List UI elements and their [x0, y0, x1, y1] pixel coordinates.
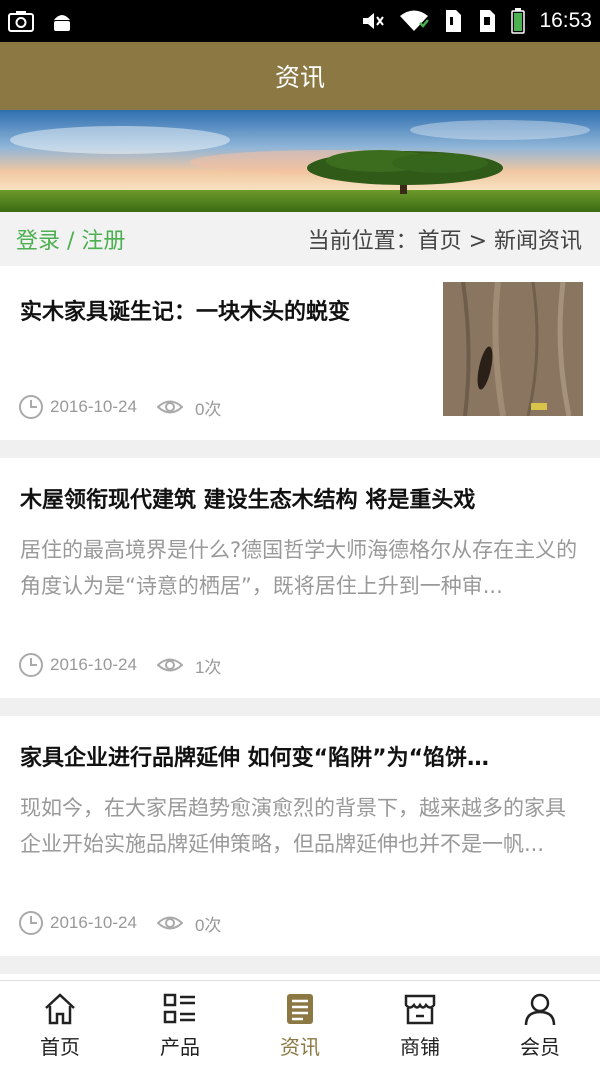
article-title: 家具企业进行品牌延伸 如何变“陷阱”为“馅饼… — [20, 746, 490, 771]
tab-label: 首页 — [40, 1035, 80, 1059]
home-icon — [42, 991, 78, 1027]
eye-icon — [156, 652, 183, 678]
article-meta: 2016-10-24 0次 — [18, 394, 221, 420]
article-title: 木屋领衔现代建筑 建设生态木结构 将是重头戏 — [20, 488, 476, 513]
article-meta: 2016-10-24 1次 — [18, 652, 221, 678]
article-title: 实木家具诞生记：一块木头的蜕变 — [20, 300, 351, 325]
document-icon — [282, 991, 318, 1027]
page-title: 资讯 — [274, 63, 325, 92]
mute-icon — [361, 10, 385, 32]
article-summary: 现如今，在大家居趋势愈演愈烈的背景下，越来越多的家具企业开始实施品牌延伸策略，但… — [20, 796, 566, 856]
article-date: 2016-10-24 — [50, 655, 137, 674]
article-card[interactable]: 家具企业进行品牌延伸 如何变“陷阱”为“馅饼… 现如今，在大家居趋势愈演愈烈的背… — [0, 716, 600, 956]
article-meta: 2016-10-24 0次 — [18, 910, 221, 936]
login-register-link[interactable]: 登录 / 注册 — [16, 223, 125, 255]
sim2-icon — [477, 9, 497, 33]
user-icon — [522, 991, 558, 1027]
eye-icon — [156, 910, 183, 936]
android-icon — [50, 9, 74, 33]
store-icon — [402, 991, 438, 1027]
clock-icon — [18, 652, 44, 678]
tab-label: 商铺 — [400, 1035, 440, 1059]
page-header: 资讯 — [0, 42, 600, 110]
tab-home[interactable]: 首页 — [0, 981, 120, 1067]
banner-image[interactable] — [0, 110, 600, 212]
clock-icon — [18, 394, 44, 420]
bottom-tab-bar: 首页 产品 资讯 商铺 会员 — [0, 980, 600, 1067]
tab-label: 会员 — [520, 1035, 560, 1059]
eye-icon — [156, 394, 183, 420]
location-bar: 登录 / 注册 当前位置：首页 > 新闻资讯 — [0, 212, 600, 266]
list-icon — [162, 991, 198, 1027]
breadcrumb: 当前位置：首页 > 新闻资讯 — [307, 229, 582, 254]
tab-products[interactable]: 产品 — [120, 981, 240, 1067]
sim1-icon — [443, 9, 463, 33]
article-date: 2016-10-24 — [50, 913, 137, 932]
wifi-icon — [399, 10, 430, 32]
article-date: 2016-10-24 — [50, 397, 137, 416]
article-thumbnail — [443, 281, 583, 417]
article-card[interactable]: 木屋领衔现代建筑 建设生态木结构 将是重头戏 居住的最高境界是什么?德国哲学大师… — [0, 458, 600, 698]
battery-icon — [511, 8, 526, 34]
article-views: 0次 — [194, 915, 222, 935]
article-views: 1次 — [194, 657, 222, 677]
article-card[interactable]: 实木家具诞生记：一块木头的蜕变 2016-10-24 0次 — [0, 266, 600, 440]
article-views: 0次 — [194, 399, 222, 419]
tab-member[interactable]: 会员 — [480, 981, 600, 1067]
tab-news[interactable]: 资讯 — [240, 981, 360, 1067]
status-time: 16:53 — [539, 9, 592, 32]
tab-label: 资讯 — [280, 1035, 320, 1059]
article-summary: 居住的最高境界是什么?德国哲学大师海德格尔从存在主义的角度认为是“诗意的栖居”，… — [20, 538, 578, 598]
camera-icon — [8, 10, 34, 32]
status-bar: 16:53 — [0, 0, 600, 42]
tab-label: 产品 — [160, 1035, 200, 1059]
tab-stores[interactable]: 商铺 — [360, 981, 480, 1067]
clock-icon — [18, 910, 44, 936]
